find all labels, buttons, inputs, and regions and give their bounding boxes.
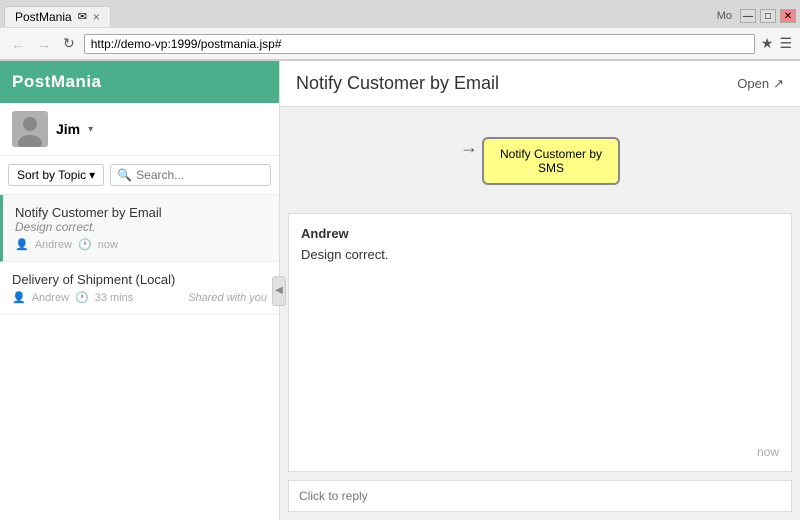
user-icon: 👤 [12, 291, 26, 304]
sort-arrow-icon: ▾ [89, 168, 95, 182]
list-item-time: 33 mins [95, 292, 134, 304]
browser-tab[interactable]: PostMania ✉ × [4, 6, 111, 27]
message-sender: Andrew [301, 226, 779, 241]
tab-favicon: ✉ [78, 10, 87, 23]
avatar [12, 111, 48, 147]
diagram-node-text: Notify Customer by SMS [500, 147, 602, 175]
tab-bar: PostMania ✉ × Mo — □ ✕ [0, 0, 800, 28]
reply-input[interactable] [289, 481, 791, 511]
message-panel: Andrew Design correct. now [288, 213, 792, 472]
list-item-user: Andrew [32, 292, 69, 304]
open-icon: ↗ [773, 76, 784, 92]
diagram-area: → Notify Customer by SMS [280, 107, 800, 205]
user-dropdown-arrow[interactable]: ▾ [88, 124, 93, 135]
tab-title: PostMania [15, 10, 72, 24]
sidebar-header: PostMania [0, 61, 279, 103]
back-button[interactable]: ← [8, 36, 28, 52]
clock-icon: 🕐 [75, 291, 89, 304]
sort-label: Sort by Topic [17, 168, 86, 182]
sidebar: PostMania Jim ▾ Sort by Topic ▾ 🔍 Notify… [0, 61, 280, 520]
open-label: Open [737, 76, 769, 91]
list-item-user: Andrew [35, 239, 72, 251]
list-item-meta: 👤 Andrew 🕐 now [15, 238, 267, 251]
window-controls: Mo — □ ✕ [717, 9, 796, 23]
app-logo: PostMania [12, 72, 102, 92]
address-bar[interactable] [84, 34, 755, 54]
filter-bar: Sort by Topic ▾ 🔍 [0, 156, 279, 195]
search-input[interactable] [136, 168, 264, 182]
sort-by-topic-button[interactable]: Sort by Topic ▾ [8, 164, 104, 186]
app-container: PostMania Jim ▾ Sort by Topic ▾ 🔍 Notify… [0, 61, 800, 520]
list-item[interactable]: Delivery of Shipment (Local) 👤 Andrew 🕐 … [0, 262, 279, 315]
menu-icon[interactable]: ☰ [779, 35, 792, 52]
list-item-subtitle: Design correct. [15, 220, 267, 234]
close-button[interactable]: ✕ [780, 9, 796, 23]
user-icon: 👤 [15, 238, 29, 251]
collapse-arrow-icon: ◀ [275, 285, 283, 296]
search-box: 🔍 [110, 164, 271, 186]
message-time: now [757, 445, 779, 459]
list-item-meta: 👤 Andrew 🕐 33 mins Shared with you [12, 291, 267, 304]
forward-button[interactable]: → [34, 36, 54, 52]
search-icon: 🔍 [117, 168, 132, 182]
message-body: Design correct. [301, 247, 779, 445]
diagram-node[interactable]: Notify Customer by SMS [482, 137, 620, 185]
list-item[interactable]: Notify Customer by Email Design correct.… [0, 195, 279, 262]
browser-chrome: PostMania ✉ × Mo — □ ✕ ← → ↻ ★ ☰ [0, 0, 800, 61]
user-section: Jim ▾ [0, 103, 279, 156]
main-title: Notify Customer by Email [296, 73, 499, 94]
main-content: ◀ Notify Customer by Email Open ↗ → Noti… [280, 61, 800, 520]
diagram-arrow-icon: → [460, 137, 478, 158]
nav-bar: ← → ↻ ★ ☰ [0, 28, 800, 60]
list-item-time: now [98, 239, 118, 251]
minimize-button[interactable]: — [740, 9, 756, 23]
list-item-title: Notify Customer by Email [15, 205, 267, 220]
reload-button[interactable]: ↻ [60, 35, 78, 52]
window-label: Mo [717, 10, 732, 22]
open-button[interactable]: Open ↗ [737, 76, 784, 92]
reply-area[interactable] [288, 480, 792, 512]
main-header: Notify Customer by Email Open ↗ [280, 61, 800, 107]
shared-badge: Shared with you [188, 292, 267, 304]
collapse-handle[interactable]: ◀ [272, 276, 286, 306]
tab-close[interactable]: × [93, 10, 100, 24]
list-item-title: Delivery of Shipment (Local) [12, 272, 267, 287]
user-name: Jim [56, 121, 80, 137]
clock-icon: 🕐 [78, 238, 92, 251]
maximize-button[interactable]: □ [760, 9, 776, 23]
bookmark-icon[interactable]: ★ [761, 35, 774, 52]
